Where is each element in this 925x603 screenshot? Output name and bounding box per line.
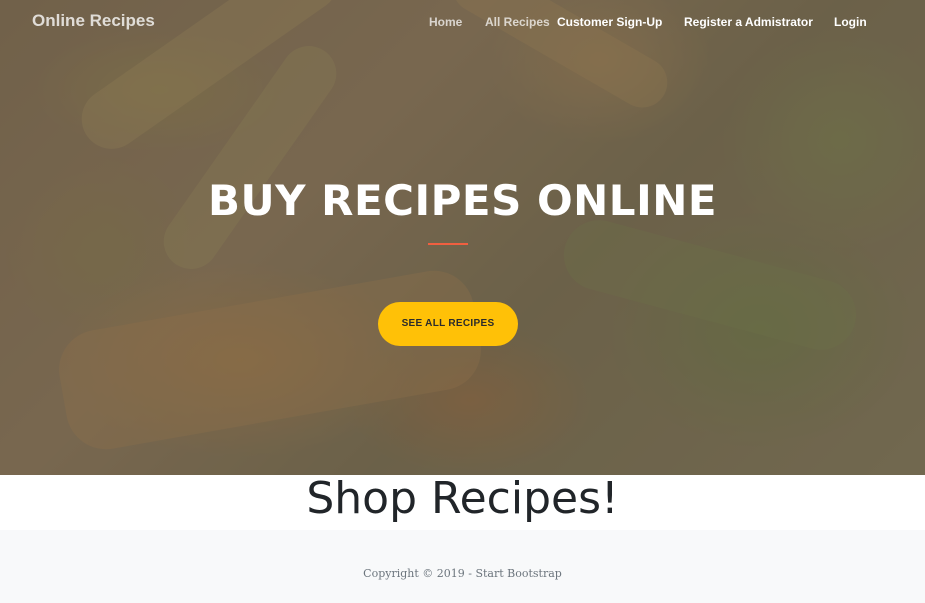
brand-link[interactable]: Online Recipes — [32, 11, 155, 31]
hero-overlay — [0, 0, 925, 475]
nav-link-home[interactable]: Home — [429, 15, 462, 29]
nav-link-register-administrator[interactable]: Register a Admistrator — [684, 15, 813, 29]
hero-divider — [428, 243, 468, 245]
nav-link-all-recipes[interactable]: All Recipes — [485, 15, 550, 29]
hero-section: Online Recipes Home All Recipes Customer… — [0, 0, 925, 475]
nav-link-customer-sign-up[interactable]: Customer Sign-Up — [557, 15, 662, 29]
shop-section: Shop Recipes! — [0, 473, 925, 530]
footer: Copyright © 2019 - Start Bootstrap — [0, 530, 925, 603]
footer-copyright: Copyright © 2019 - Start Bootstrap — [363, 567, 562, 580]
navbar: Online Recipes Home All Recipes Customer… — [0, 0, 925, 44]
hero-title: BUY RECIPES ONLINE — [207, 176, 718, 225]
nav-link-login[interactable]: Login — [834, 15, 867, 29]
see-all-recipes-button[interactable]: SEE ALL RECIPES — [378, 302, 518, 346]
shop-heading: Shop Recipes! — [306, 473, 619, 524]
